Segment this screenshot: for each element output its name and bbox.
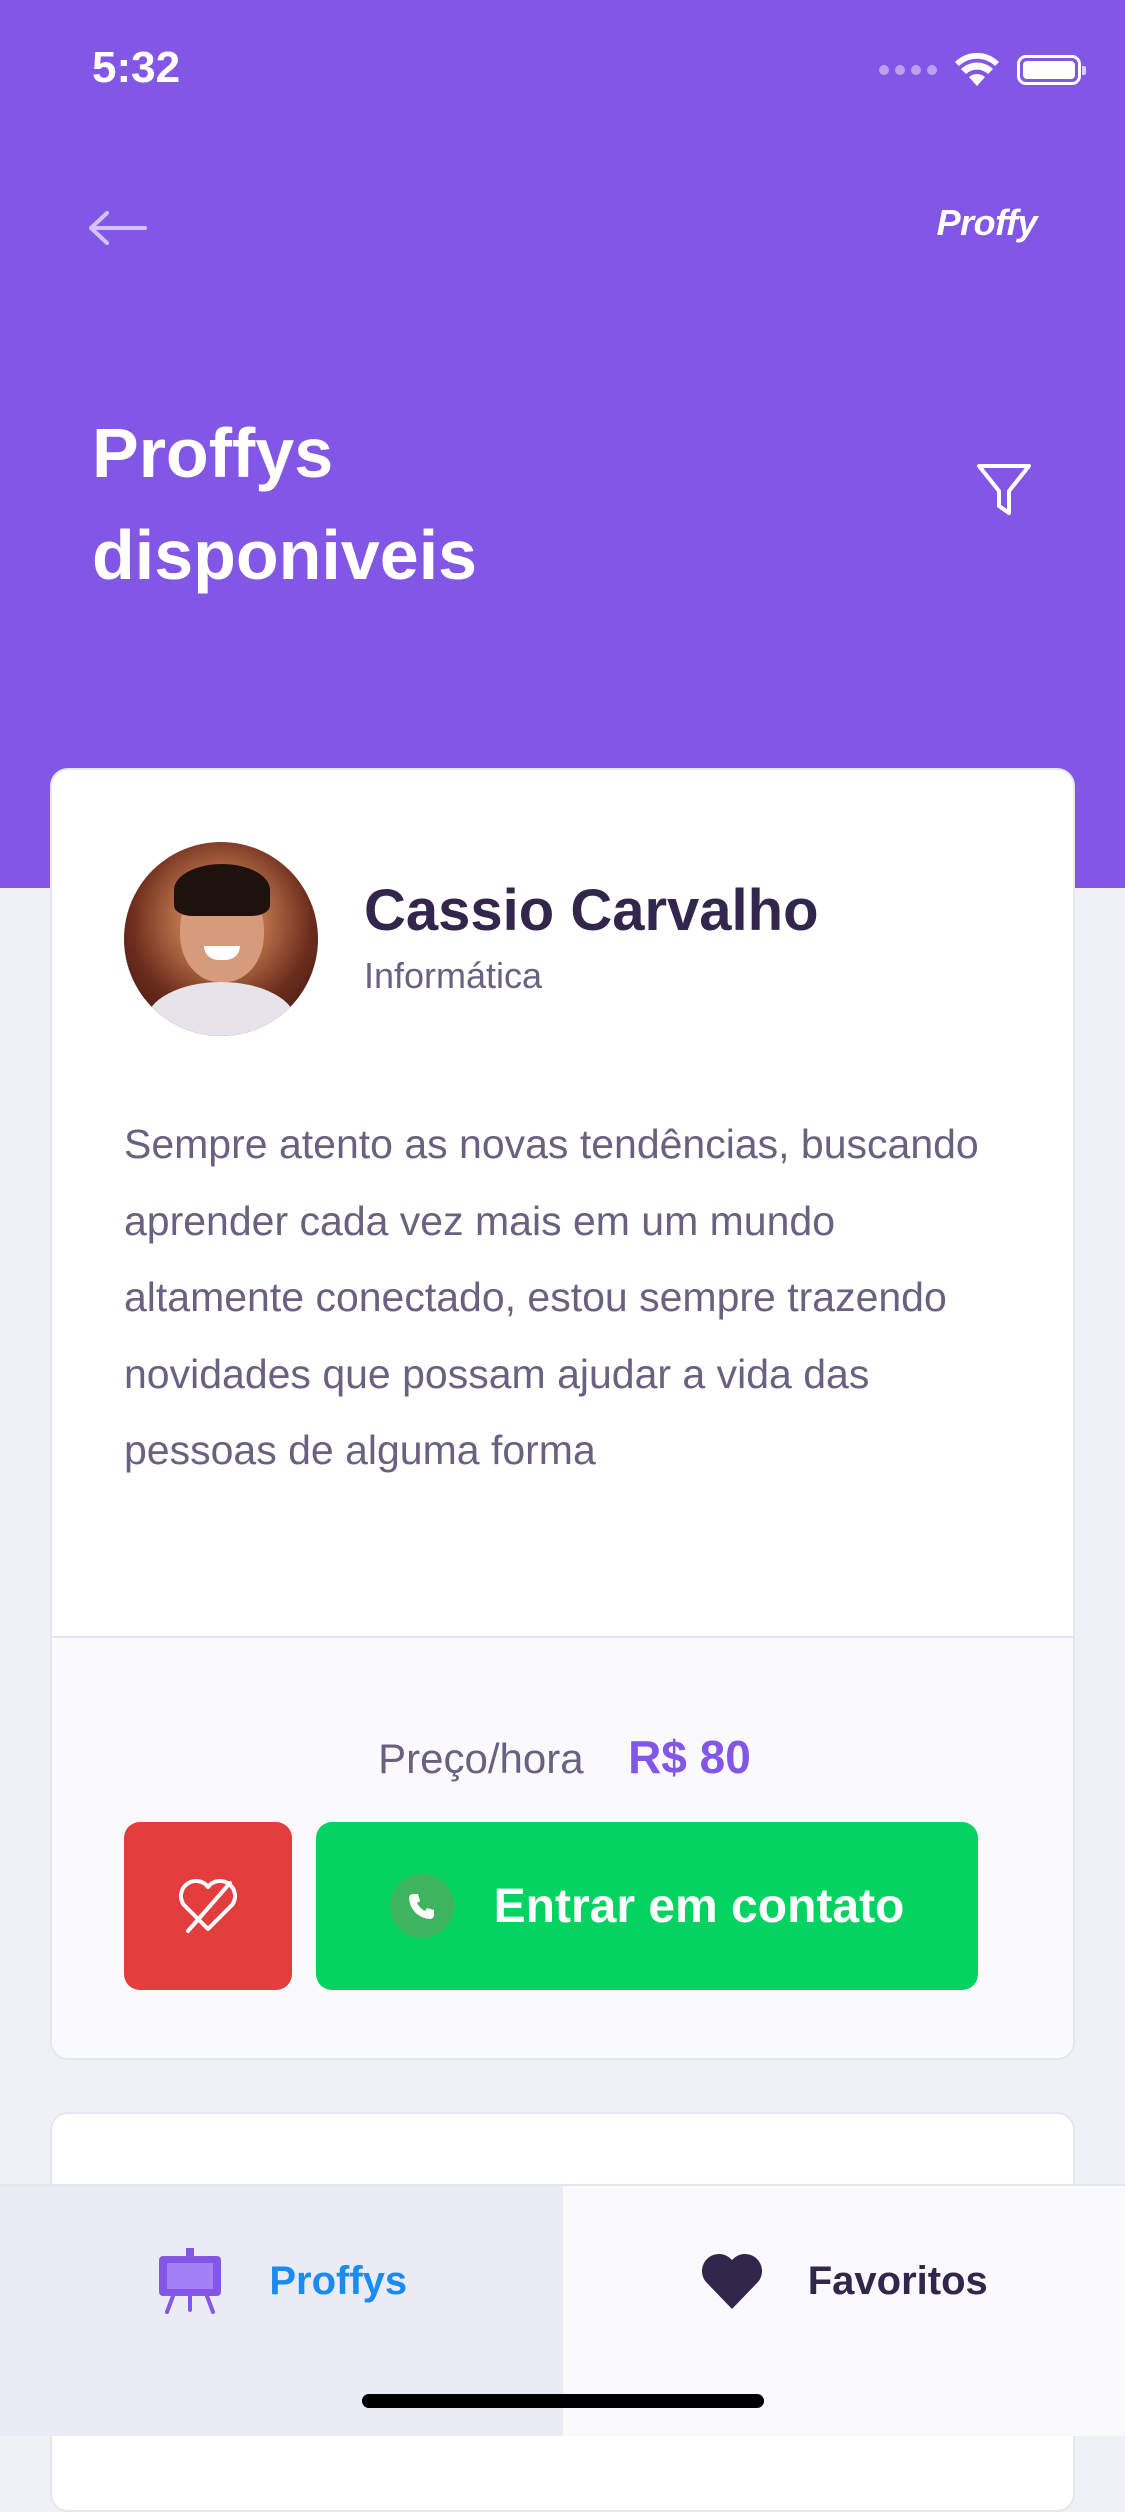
teacher-name: Cassio Carvalho bbox=[364, 876, 819, 946]
signal-icon bbox=[879, 65, 937, 75]
heart-icon bbox=[700, 2251, 764, 2311]
price-row: Preço/hora R$ 80 bbox=[52, 1722, 1075, 1804]
battery-icon bbox=[1017, 55, 1081, 85]
page-title-line-2: disponiveis bbox=[92, 504, 592, 606]
price-value: R$ 80 bbox=[628, 1731, 751, 1783]
unfavorite-button[interactable] bbox=[124, 1822, 292, 1990]
teacher-subject: Informática bbox=[364, 954, 542, 998]
price-label: Preço/hora bbox=[378, 1735, 583, 1782]
heart-outline-crossed-icon bbox=[176, 1877, 240, 1935]
wifi-icon bbox=[955, 53, 999, 87]
status-icons bbox=[879, 48, 1081, 92]
page-title: Proffys disponiveis bbox=[92, 402, 592, 606]
brand-logo: Proffy bbox=[937, 202, 1037, 244]
easel-icon bbox=[155, 2248, 225, 2314]
contact-button-label: Entrar em contato bbox=[494, 1879, 905, 1934]
contact-button[interactable]: Entrar em contato bbox=[316, 1822, 978, 1990]
back-button[interactable] bbox=[82, 200, 152, 256]
whatsapp-icon bbox=[390, 1874, 454, 1938]
arrow-left-icon bbox=[87, 210, 147, 246]
tab-favoritos-label: Favoritos bbox=[808, 2259, 988, 2304]
home-indicator bbox=[362, 2394, 764, 2408]
teacher-card: Cassio Carvalho Informática Sempre atent… bbox=[50, 768, 1075, 2060]
teacher-bio: Sempre atento as novas tendências, busca… bbox=[124, 1106, 1004, 1489]
filter-icon bbox=[975, 461, 1033, 519]
avatar bbox=[124, 842, 318, 1036]
filter-button[interactable] bbox=[970, 456, 1038, 524]
status-time: 5:32 bbox=[92, 40, 180, 96]
page-title-line-1: Proffys bbox=[92, 402, 592, 504]
header: 5:32 Proffy Proffys disponiveis bbox=[0, 0, 1125, 888]
tab-proffys-label: Proffys bbox=[269, 2259, 407, 2304]
card-footer: Preço/hora R$ 80 Entrar em contato bbox=[52, 1636, 1075, 2060]
